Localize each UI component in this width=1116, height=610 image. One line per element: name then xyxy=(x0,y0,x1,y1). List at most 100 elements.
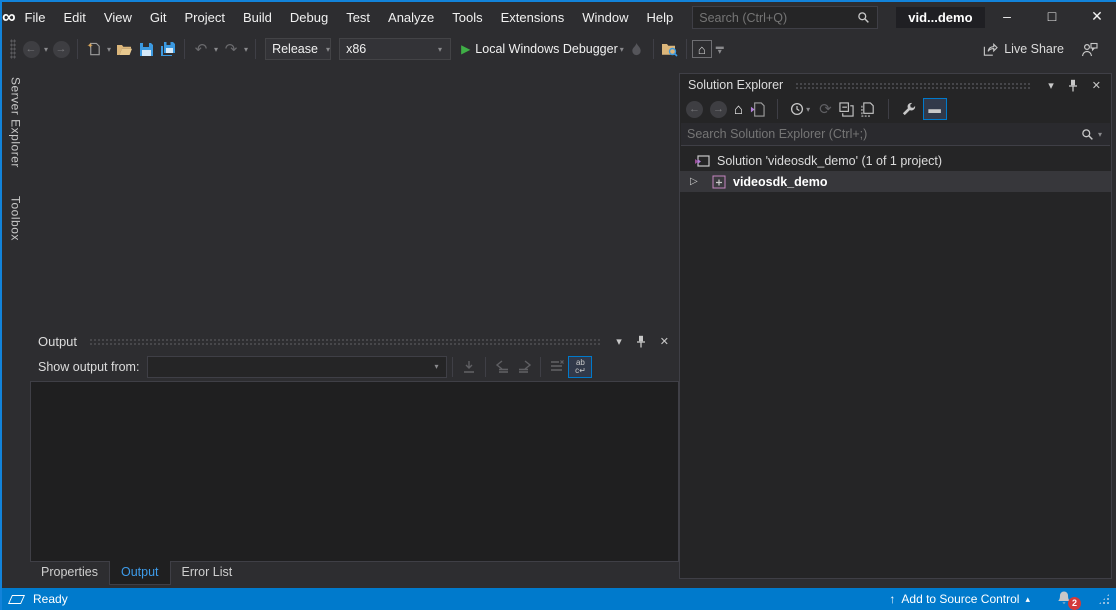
navigate-back-button[interactable]: ← xyxy=(21,37,41,61)
project-node-label: videosdk_demo xyxy=(733,175,827,189)
search-options-dropdown-icon[interactable]: ▾ xyxy=(1096,130,1104,139)
visual-studio-logo-icon: ∞ xyxy=(2,7,16,29)
toolbox-tab[interactable]: Toolbox xyxy=(9,190,23,247)
background-tasks-icon[interactable] xyxy=(8,595,25,604)
quick-search-box[interactable] xyxy=(692,6,878,29)
window-title: vid...demo xyxy=(896,7,984,28)
save-button[interactable] xyxy=(136,37,156,61)
menu-help[interactable]: Help xyxy=(637,2,682,33)
close-icon[interactable]: ✕ xyxy=(656,335,673,348)
status-ready-label: Ready xyxy=(33,592,68,606)
menu-view[interactable]: View xyxy=(95,2,141,33)
find-in-files-button[interactable] xyxy=(660,37,680,61)
open-file-button[interactable] xyxy=(114,37,134,61)
feedback-button[interactable] xyxy=(1079,37,1099,61)
window-position-dropdown-icon[interactable]: ▾ xyxy=(1044,79,1058,92)
collapse-all-button[interactable] xyxy=(839,102,854,117)
pending-changes-filter-button[interactable]: ▾ xyxy=(790,102,812,116)
server-explorer-tab[interactable]: Server Explorer xyxy=(9,71,23,174)
redo-dropdown-icon[interactable]: ▾ xyxy=(242,45,250,54)
solution-explorer-search-box[interactable]: ▾ xyxy=(681,123,1110,146)
menu-git[interactable]: Git xyxy=(141,2,176,33)
toolbar-separator xyxy=(184,39,185,59)
toolbar-separator xyxy=(686,39,687,59)
debug-target-dropdown-icon[interactable]: ▾ xyxy=(618,45,626,54)
sync-with-active-document-button[interactable]: ⟳ xyxy=(819,100,832,118)
se-back-button[interactable]: ← xyxy=(686,101,703,118)
menu-edit[interactable]: Edit xyxy=(55,2,95,33)
project-node-row[interactable]: ▷ videosdk_demo xyxy=(680,171,1111,192)
solution-explorer-search-input[interactable] xyxy=(687,127,1080,141)
output-source-dropdown[interactable]: ▾ xyxy=(147,356,447,378)
previous-message-button[interactable] xyxy=(492,355,512,379)
show-all-files-button[interactable] xyxy=(861,102,876,117)
live-share-icon xyxy=(982,42,998,57)
quick-search-input[interactable] xyxy=(699,11,855,25)
start-debug-button[interactable]: Local Windows Debugger xyxy=(475,42,617,56)
save-all-button[interactable] xyxy=(158,37,178,61)
output-content[interactable] xyxy=(30,381,679,562)
menu-analyze[interactable]: Analyze xyxy=(379,2,443,33)
menu-file[interactable]: File xyxy=(16,2,55,33)
add-to-source-control-label: Add to Source Control xyxy=(901,592,1019,606)
redo-button[interactable]: ↷ xyxy=(221,37,241,61)
menu-project[interactable]: Project xyxy=(175,2,233,33)
window-position-dropdown-icon[interactable]: ▾ xyxy=(612,335,626,348)
menu-debug[interactable]: Debug xyxy=(281,2,337,33)
pin-icon[interactable] xyxy=(1064,79,1082,92)
maximize-button[interactable]: □ xyxy=(1030,2,1075,33)
menu-build[interactable]: Build xyxy=(234,2,281,33)
solution-explorer-header[interactable]: Solution Explorer ▾ ✕ xyxy=(680,74,1111,96)
solution-explorer-toolbar: ← → ⌂ ▾ ⟳ ▬ xyxy=(680,96,1111,122)
toolbar-right-group: Live Share xyxy=(982,37,1116,61)
menu-window[interactable]: Window xyxy=(573,2,637,33)
status-bar: Ready ↑ Add to Source Control ▴ 2 xyxy=(0,588,1116,610)
up-arrow-icon: ↑ xyxy=(889,592,895,606)
toolbar-grip[interactable] xyxy=(10,39,16,59)
tab-properties[interactable]: Properties xyxy=(30,562,109,585)
close-button[interactable]: ✕ xyxy=(1075,2,1116,33)
search-icon xyxy=(1080,126,1096,142)
new-project-dropdown-icon[interactable]: ▾ xyxy=(105,45,113,54)
menu-test[interactable]: Test xyxy=(337,2,379,33)
configuration-dropdown[interactable]: Release ▾ xyxy=(265,38,331,60)
preview-selected-items-toggle[interactable]: ▬ xyxy=(923,98,947,120)
pin-icon[interactable] xyxy=(632,335,650,348)
close-icon[interactable]: ✕ xyxy=(1088,79,1105,92)
menu-tools[interactable]: Tools xyxy=(443,2,491,33)
properties-button[interactable] xyxy=(901,102,916,117)
se-home-button[interactable]: ⌂ xyxy=(734,101,743,118)
output-panel-header[interactable]: Output ▾ ✕ xyxy=(30,330,679,352)
platform-dropdown[interactable]: x86 ▾ xyxy=(339,38,451,60)
panel-drag-texture[interactable] xyxy=(89,338,600,345)
panel-drag-texture[interactable] xyxy=(795,82,1032,89)
clock-filter-icon xyxy=(790,102,804,116)
clear-all-button[interactable] xyxy=(547,355,567,379)
hot-reload-button[interactable] xyxy=(627,37,647,61)
search-icon xyxy=(855,10,871,26)
se-forward-button[interactable]: → xyxy=(710,101,727,118)
tab-error-list[interactable]: Error List xyxy=(171,562,244,585)
expand-chevron-icon[interactable]: ▷ xyxy=(690,176,702,187)
tab-output[interactable]: Output xyxy=(109,561,171,585)
find-message-in-code-button[interactable] xyxy=(459,355,479,379)
new-project-button[interactable]: ✦ xyxy=(84,37,104,61)
undo-dropdown-icon[interactable]: ▾ xyxy=(212,45,220,54)
toolbar-overflow-button[interactable]: ▬▾ xyxy=(716,44,724,54)
switch-views-button[interactable] xyxy=(750,102,765,117)
navigate-forward-button[interactable]: → xyxy=(51,37,71,61)
home-button[interactable]: ⌂ xyxy=(692,40,712,58)
resize-grip[interactable] xyxy=(1098,593,1110,605)
menu-extensions[interactable]: Extensions xyxy=(492,2,574,33)
minimize-button[interactable]: – xyxy=(985,2,1030,33)
toggle-word-wrap-button[interactable]: abc↵ xyxy=(568,356,592,378)
solution-node-row[interactable]: Solution 'videosdk_demo' (1 of 1 project… xyxy=(680,150,1111,171)
solution-explorer-title: Solution Explorer xyxy=(688,78,783,92)
add-to-source-control-button[interactable]: ↑ Add to Source Control ▴ xyxy=(889,592,1030,606)
flame-icon xyxy=(630,42,643,57)
notifications-button[interactable]: 2 xyxy=(1056,590,1076,608)
back-dropdown-icon[interactable]: ▾ xyxy=(42,45,50,54)
undo-button[interactable]: ↶ xyxy=(191,37,211,61)
live-share-button[interactable]: Live Share xyxy=(982,42,1064,57)
next-message-button[interactable] xyxy=(514,355,534,379)
